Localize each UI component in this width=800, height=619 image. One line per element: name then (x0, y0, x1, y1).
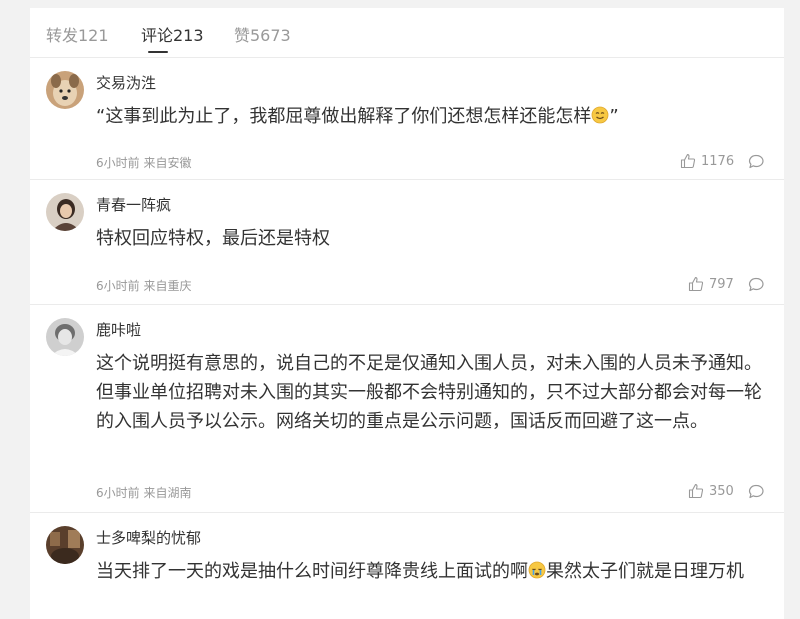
avatar[interactable] (46, 193, 84, 231)
username[interactable]: 士多啤梨的忧郁 (96, 527, 201, 548)
active-tab-indicator (148, 51, 168, 53)
comment-item: 鹿咔啦 这个说明挺有意思的，说自己的不足是仅通知入围人员，对未入围的人员未予通知… (30, 305, 784, 513)
like-count: 797 (709, 276, 734, 292)
reply-icon[interactable] (748, 484, 765, 500)
comment-panel: 转发121 评论213 赞5673 交易沩泩 “这事到此为止了，我都屈尊做出解释… (30, 8, 784, 619)
reply-icon[interactable] (748, 277, 765, 293)
tab-bar: 转发121 评论213 赞5673 (30, 8, 784, 58)
comment-text: “这事到此为止了，我都屈尊做出解释了你们还想怎样还能怎样” (96, 102, 766, 133)
thumbs-up-icon (680, 153, 696, 169)
comment-text: 当天排了一天的戏是抽什么时间纡尊降贵线上面试的啊 果然太子们就是日理万机 (96, 557, 766, 588)
smile-emoji-icon (591, 104, 609, 133)
avatar[interactable] (46, 318, 84, 356)
reply-icon[interactable] (748, 154, 765, 170)
like-button[interactable]: 1176 (680, 153, 734, 169)
avatar[interactable] (46, 71, 84, 109)
comment-item: 青春一阵疯 特权回应特权，最后还是特权 6小时前 来自重庆 797 (30, 180, 784, 305)
thumbs-up-icon (688, 483, 704, 499)
like-count: 350 (709, 483, 734, 499)
comment-text: 这个说明挺有意思的，说自己的不足是仅通知入围人员，对未入围的人员未予通知。但事业… (96, 353, 762, 432)
comment-meta: 6小时前 来自重庆 (96, 279, 192, 293)
username[interactable]: 青春一阵疯 (96, 194, 171, 215)
thumbs-up-icon (688, 276, 704, 292)
like-button[interactable]: 797 (688, 276, 734, 292)
username[interactable]: 鹿咔啦 (96, 319, 141, 340)
comment-item: 交易沩泩 “这事到此为止了，我都屈尊做出解释了你们还想怎样还能怎样” 6小时前 … (30, 58, 784, 180)
crying-emoji-icon (528, 559, 546, 588)
like-button[interactable]: 350 (688, 483, 734, 499)
comment-text: 特权回应特权，最后还是特权 (96, 228, 330, 249)
like-count: 1176 (701, 153, 735, 169)
tab-reposts[interactable]: 转发121 (46, 22, 109, 46)
username[interactable]: 交易沩泩 (96, 72, 156, 93)
tab-likes[interactable]: 赞5673 (234, 22, 291, 46)
comment-meta: 6小时前 来自安徽 (96, 156, 192, 170)
comment-item: 士多啤梨的忧郁 当天排了一天的戏是抽什么时间纡尊降贵线上面试的啊 果然太子们就是日… (30, 513, 784, 619)
tab-comments[interactable]: 评论213 (141, 22, 204, 46)
avatar[interactable] (46, 526, 84, 564)
comment-meta: 6小时前 来自湖南 (96, 486, 192, 500)
